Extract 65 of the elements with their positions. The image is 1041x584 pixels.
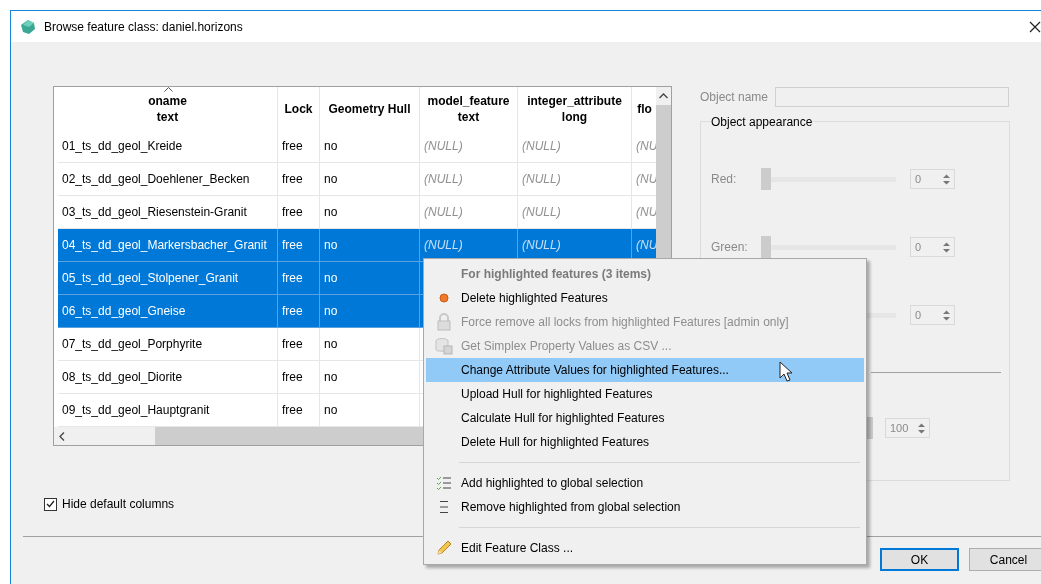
menu-header: For highlighted features (3 items): [460, 266, 653, 283]
spin-arrows-icon: [942, 308, 951, 322]
mouse-pointer-icon: [779, 361, 793, 383]
window-title: Browse feature class: daniel.horizons: [44, 19, 243, 34]
table-cell[interactable]: 07_ts_dd_geol_Porphyrite: [58, 328, 278, 361]
dot-icon: [438, 293, 449, 303]
table-cell: (NULL): [420, 130, 518, 163]
spin-arrows-icon: [942, 240, 951, 254]
column-header[interactable]: Lock: [278, 87, 320, 130]
table-cell: free: [278, 163, 320, 196]
slider-label: Red:: [711, 172, 738, 186]
spin-arrows-icon: [942, 172, 951, 186]
check-icon: [46, 500, 55, 508]
checklist-icon: [436, 476, 451, 490]
hide-default-columns-checkbox[interactable]: Hide default columns: [44, 497, 244, 511]
dialog-button[interactable]: Cancel: [969, 548, 1041, 571]
table-cell[interactable]: 08_ts_dd_geol_Diorite: [58, 361, 278, 394]
padlock-icon: [435, 313, 452, 331]
field-label: Object name: [700, 90, 767, 104]
checkbox[interactable]: [44, 497, 57, 511]
column-header[interactable]: model_feature text: [420, 87, 518, 130]
list-icon: [438, 500, 449, 514]
table-cell: no: [320, 229, 420, 262]
column-header[interactable]: Geometry Hull: [320, 87, 420, 130]
dialog-button[interactable]: OK: [880, 548, 959, 571]
table-cell[interactable]: 06_ts_dd_geol_Gneise: [58, 295, 278, 328]
table-cell: free: [278, 328, 320, 361]
object-name-field[interactable]: [775, 87, 1009, 107]
menu-item[interactable]: Edit Feature Class ...: [426, 536, 864, 560]
column-header[interactable]: oname text: [58, 87, 278, 130]
menu-item[interactable]: Delete Hull for highlighted Features: [426, 430, 864, 454]
group-title: Object appearance: [710, 115, 814, 129]
table-cell: no: [320, 361, 420, 394]
database-icon: [434, 337, 453, 355]
menu-item[interactable]: Add highlighted to global selection: [426, 471, 864, 495]
app-logo-icon: [20, 18, 36, 35]
table-cell: (NULL): [420, 163, 518, 196]
table-cell: no: [320, 328, 420, 361]
table-cell[interactable]: 04_ts_dd_geol_Markersbacher_Granit: [58, 229, 278, 262]
menu-item[interactable]: Delete highlighted Features: [426, 286, 864, 310]
table-cell: free: [278, 130, 320, 163]
table-cell[interactable]: 01_ts_dd_geol_Kreide: [58, 130, 278, 163]
table-cell: no: [320, 295, 420, 328]
table-cell[interactable]: 02_ts_dd_geol_Doehlener_Becken: [58, 163, 278, 196]
table-cell: no: [320, 130, 420, 163]
table-cell: (NULL): [518, 163, 632, 196]
spin-arrows-icon: [917, 421, 926, 435]
table-cell: (NULL): [518, 130, 632, 163]
close-icon: [1029, 20, 1041, 33]
table-cell[interactable]: 05_ts_dd_geol_Stolpener_Granit: [58, 262, 278, 295]
column-header[interactable]: integer_attribute long: [518, 87, 632, 130]
pencil-icon: [435, 540, 452, 556]
scroll-left-icon: [59, 431, 65, 441]
menu-item[interactable]: Upload Hull for highlighted Features: [426, 382, 864, 406]
table-cell: no: [320, 163, 420, 196]
menu-item[interactable]: Change Attribute Values for highlighted Features...: [426, 358, 864, 382]
scroll-up-icon: [659, 93, 668, 99]
table-cell: free: [278, 262, 320, 295]
table-cell: free: [278, 361, 320, 394]
menu-item[interactable]: Remove highlighted from global selection: [426, 495, 864, 519]
table-cell: free: [278, 295, 320, 328]
slider-label: Green:: [711, 240, 749, 254]
menu-item[interactable]: Calculate Hull for highlighted Features: [426, 406, 864, 430]
table-cell: no: [320, 262, 420, 295]
table-cell: free: [278, 229, 320, 262]
